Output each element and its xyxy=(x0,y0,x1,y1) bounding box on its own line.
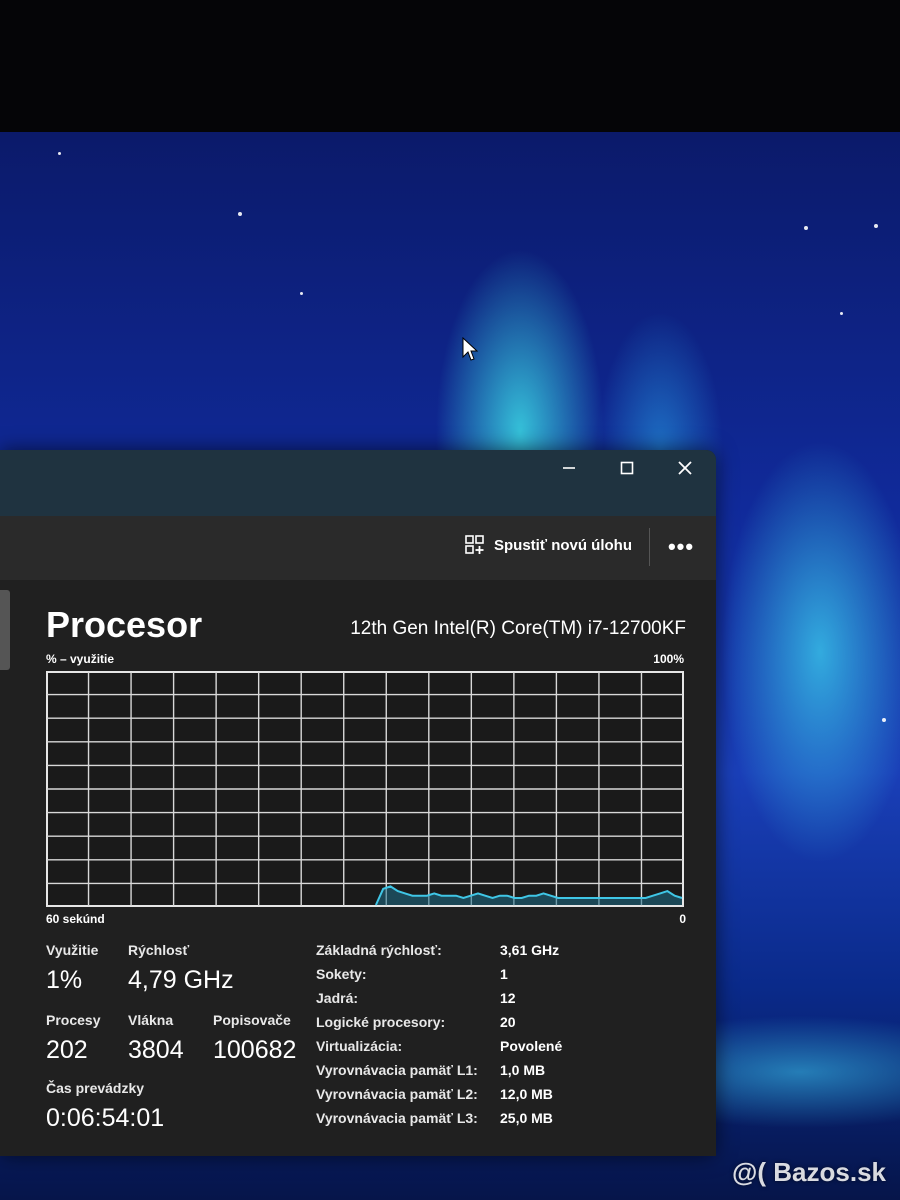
spec-cores-label: Jadrá: xyxy=(316,990,359,1006)
run-new-task-label: Spustiť novú úlohu xyxy=(494,536,633,554)
cpu-model-name: 12th Gen Intel(R) Core(TM) i7-12700KF xyxy=(350,618,686,639)
more-options-button[interactable]: ••• xyxy=(664,530,698,564)
usage-label: Využitie xyxy=(46,942,99,958)
star xyxy=(874,224,878,228)
handles-value: 100682 xyxy=(213,1036,297,1064)
handles-label: Popisovače xyxy=(213,1012,291,1028)
star xyxy=(840,312,843,315)
spec-sockets-value: 1 xyxy=(500,966,508,982)
close-button[interactable] xyxy=(656,450,714,486)
maximize-button[interactable] xyxy=(598,450,656,486)
spec-l3-cache-label: Vyrovnávacia pamäť L3: xyxy=(316,1110,478,1126)
screen-bezel xyxy=(0,0,900,132)
spec-sockets-label: Sokety: xyxy=(316,966,367,982)
processes-value: 202 xyxy=(46,1036,88,1064)
uptime-value: 0:06:54:01 xyxy=(46,1104,165,1132)
threads-label: Vlákna xyxy=(128,1012,174,1028)
spec-l2-cache-label: Vyrovnávacia pamäť L2: xyxy=(316,1086,478,1102)
spec-l3-cache-value: 25,0 MB xyxy=(500,1110,553,1126)
spec-logical-processors-value: 20 xyxy=(500,1014,516,1030)
close-icon xyxy=(678,461,692,475)
graph-min-value: 0 xyxy=(679,912,686,926)
cpu-usage-graph xyxy=(46,671,684,907)
speed-value: 4,79 GHz xyxy=(128,966,234,994)
spec-l1-cache-label: Vyrovnávacia pamäť L1: xyxy=(316,1062,478,1078)
spec-base-speed-label: Základná rýchlosť: xyxy=(316,942,442,958)
spec-base-speed-value: 3,61 GHz xyxy=(500,942,560,958)
processes-label: Procesy xyxy=(46,1012,101,1028)
run-new-task-button[interactable]: Spustiť novú úlohu xyxy=(464,534,632,556)
star xyxy=(238,212,242,216)
star xyxy=(58,152,61,155)
spec-l1-cache-value: 1,0 MB xyxy=(500,1062,546,1078)
star xyxy=(804,226,808,230)
toolbar: Spustiť novú úlohu ••• xyxy=(0,516,716,580)
watermark-text: @( Bazos.sk xyxy=(732,1157,886,1187)
title-bar[interactable] xyxy=(0,450,716,516)
more-options-icon: ••• xyxy=(667,534,695,559)
task-manager-window: Spustiť novú úlohu ••• Procesor 12th Gen… xyxy=(0,450,716,1156)
minimize-button[interactable] xyxy=(540,450,598,486)
performance-panel: Procesor 12th Gen Intel(R) Core(TM) i7-1… xyxy=(0,580,716,1156)
maximize-icon xyxy=(620,461,634,475)
toolbar-separator xyxy=(649,528,650,566)
minimize-icon xyxy=(563,467,575,469)
spec-virtualization-label: Virtualizácia: xyxy=(316,1038,403,1054)
star xyxy=(882,718,886,722)
threads-value: 3804 xyxy=(128,1036,184,1064)
spec-l2-cache-value: 12,0 MB xyxy=(500,1086,553,1102)
page-title: Procesor xyxy=(46,604,203,645)
selected-nav-indicator[interactable] xyxy=(0,590,10,670)
speed-label: Rýchlosť xyxy=(128,942,190,958)
uptime-label: Čas prevádzky xyxy=(46,1080,145,1096)
spec-logical-processors-label: Logické procesory: xyxy=(316,1014,446,1030)
new-task-icon xyxy=(465,535,484,554)
spec-virtualization-value: Povolené xyxy=(500,1038,563,1054)
graph-label-usage: % – využitie xyxy=(46,652,115,666)
spec-cores-value: 12 xyxy=(500,990,516,1006)
graph-label-max: 100% xyxy=(653,652,684,666)
graph-time-span: 60 sekúnd xyxy=(46,912,105,926)
usage-value: 1% xyxy=(46,966,83,994)
star xyxy=(300,292,303,295)
mouse-pointer-icon xyxy=(462,337,478,361)
